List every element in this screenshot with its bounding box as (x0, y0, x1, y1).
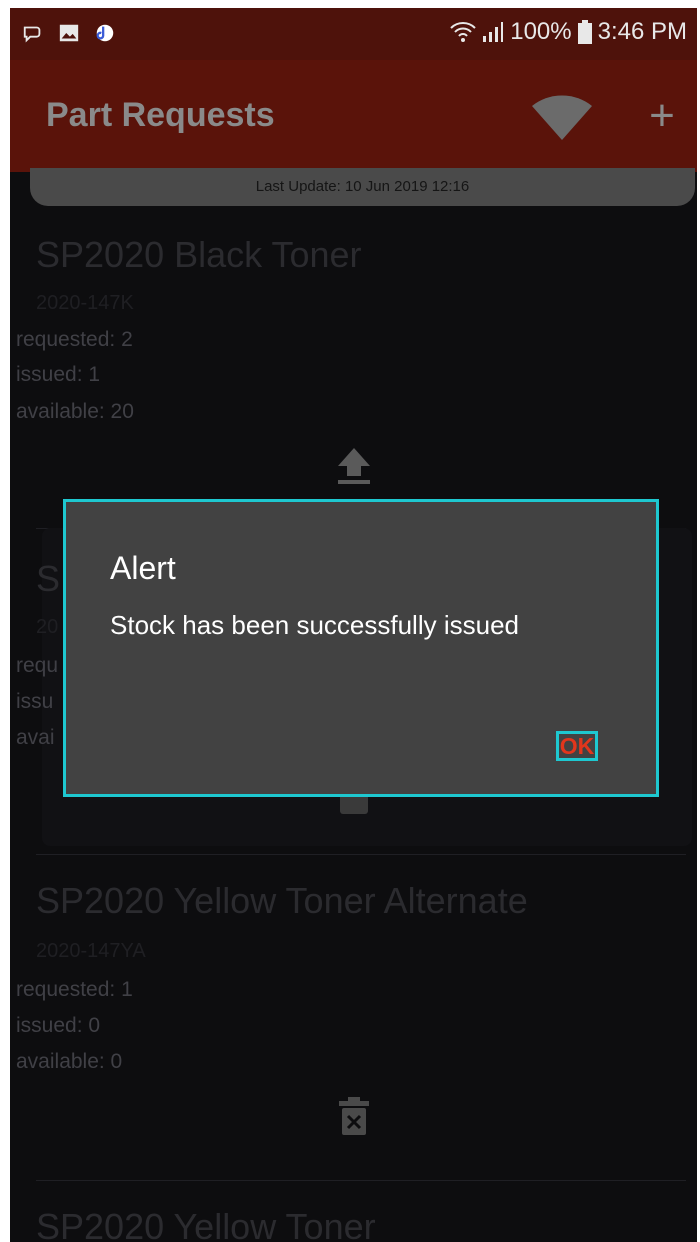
item-code: 2020-147YA (36, 940, 146, 962)
item-divider (36, 854, 686, 855)
clock: 3:46 PM (597, 18, 687, 45)
item-available: avai (16, 726, 55, 749)
upload-icon[interactable] (336, 446, 372, 486)
notification-icons (22, 22, 116, 44)
music-icon (96, 24, 114, 42)
item-available: available: 20 (16, 400, 134, 423)
item-requested: requ (16, 654, 59, 677)
item-requested: requested: 1 (16, 978, 133, 1001)
ok-button[interactable]: OK (556, 731, 598, 761)
signal-icon (483, 22, 504, 42)
item-issued: issu (16, 690, 54, 713)
status-bar: 100% 3:46 PM (10, 8, 697, 60)
item-available: available: 0 (16, 1050, 123, 1073)
dialog-message: Stock has been successfully issued (110, 610, 519, 640)
battery-percent: 100% (510, 18, 572, 45)
item-divider (36, 1180, 686, 1181)
last-update-bar: Last Update: 10 Jun 2019 12:16 (30, 168, 695, 206)
item-title: SP2020 Black Toner (36, 234, 362, 275)
item-code: 20 (36, 616, 59, 638)
item-title: SP2020 Yellow Toner Alternate (36, 880, 528, 921)
wifi-sync-icon[interactable] (530, 88, 594, 144)
add-request-button[interactable]: + (642, 88, 682, 144)
dialog-title: Alert (110, 550, 176, 586)
app-screen: 100% 3:46 PM Part Requests + Last Update… (10, 8, 697, 1242)
wifi-status-icon (450, 22, 476, 42)
system-status: 100% 3:46 PM (450, 18, 687, 46)
chat-bubble-icon (23, 26, 41, 43)
delete-icon[interactable] (336, 1096, 372, 1136)
item-title: SP2020 Yellow Toner (36, 1206, 376, 1242)
app-bar: Part Requests + (10, 60, 697, 172)
item-issued: issued: 0 (16, 1014, 101, 1037)
alert-dialog: Alert Stock has been successfully issued… (63, 499, 659, 797)
item-requested: requested: 2 (16, 328, 133, 351)
page-title: Part Requests (46, 96, 275, 134)
battery-icon (577, 20, 592, 44)
item-code: 2020-147K (36, 292, 134, 314)
item-issued: issued: 1 (16, 363, 101, 386)
item-title: S (36, 558, 61, 599)
image-icon (59, 24, 79, 42)
